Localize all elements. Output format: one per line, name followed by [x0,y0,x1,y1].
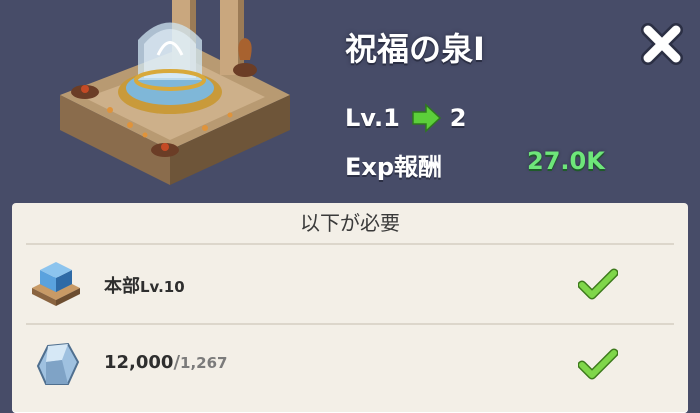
next-level: 2 [449,104,467,132]
stone-resource-icon [36,342,80,385]
exp-reward-label: Exp報酬 [345,153,443,181]
requirement-row: 本部Lv.10 [12,245,688,323]
requirement-row: 12,000/1,267 [12,325,688,403]
requirement-name: 本部 [104,276,140,297]
fountain-building-icon [60,0,290,185]
requirements-panel: 以下が必要 本部Lv.10 12,000/1,267 [12,203,688,413]
level-upgrade-row: Lv.1 2 [345,98,467,138]
requirement-label: 本部Lv.10 [104,272,185,298]
exp-reward-value: 27.0K [527,147,605,175]
building-header: 祝福の泉Ⅰ Lv.1 2 Exp報酬 27.0K [0,0,700,200]
requirements-title: 以下が必要 [300,211,400,235]
checkmark-icon [578,268,618,300]
current-level: Lv.1 [345,104,400,132]
checkmark-icon [578,348,618,380]
close-icon[interactable] [636,18,688,70]
building-title: 祝福の泉Ⅰ [345,30,485,68]
headquarters-icon [32,262,80,306]
resource-owned: 12,000 [104,352,174,373]
resource-required: 1,267 [180,354,228,372]
exp-reward-row: Exp報酬 27.0K [345,143,645,183]
requirement-label: 12,000/1,267 [104,352,228,373]
requirement-level: Lv.10 [140,278,185,296]
green-arrow-icon [412,103,441,133]
